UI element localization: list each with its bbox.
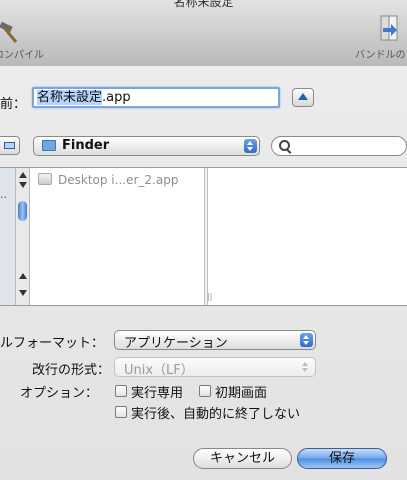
- list-item[interactable]: Desktop i...er_2.app: [38, 173, 178, 187]
- popup-arrows-icon: [244, 139, 257, 153]
- filename-selected-text: 名称未設定: [37, 90, 103, 105]
- options-label: オプション：: [20, 386, 99, 401]
- scroll-up-icon[interactable]: [19, 273, 27, 279]
- scroll-thumb[interactable]: [18, 201, 27, 221]
- filename-field[interactable]: 名称未設定.app: [32, 87, 280, 108]
- popup-arrows-icon: [299, 360, 312, 374]
- line-ending-label: 改行の形式：: [32, 363, 111, 378]
- popup-arrows-icon: [300, 333, 313, 347]
- format-options-panel: ルフォーマット： アプリケーション 改行の形式： Unix（LF） オプション：…: [0, 308, 407, 480]
- bundle-icon[interactable]: [377, 14, 399, 44]
- sidebar-scrollbar[interactable]: [15, 168, 30, 305]
- save-as-label: 前：: [0, 97, 27, 112]
- scroll-down-icon[interactable]: [19, 290, 27, 296]
- stay-open-checkbox[interactable]: [115, 406, 127, 418]
- file-format-popup[interactable]: アプリケーション: [114, 330, 316, 351]
- scroll-up-icon[interactable]: [19, 172, 27, 178]
- file-name: Desktop i...er_2.app: [58, 173, 179, 187]
- startup-screen-checkbox[interactable]: [199, 385, 211, 397]
- column-divider[interactable]: [204, 168, 208, 305]
- file-format-label: ルフォーマット：: [0, 336, 105, 351]
- toolbar-compile-label: コンパイル: [0, 50, 44, 61]
- file-format-value: アプリケーション: [124, 336, 228, 351]
- location-popup[interactable]: Finder: [33, 136, 260, 156]
- column-resize-grip[interactable]: ||: [207, 292, 212, 301]
- line-ending-value: Unix（LF）: [124, 363, 194, 378]
- line-ending-popup[interactable]: Unix（LF）: [114, 357, 316, 378]
- search-icon: [279, 140, 290, 151]
- sidebar-truncated-text: ..: [0, 188, 7, 201]
- filename-extension: .app: [102, 90, 131, 105]
- run-only-label[interactable]: 実行専用: [131, 382, 183, 401]
- run-only-checkbox[interactable]: [115, 385, 127, 397]
- toolbar-bundle-label: バンドルの: [355, 50, 406, 61]
- browser-column: [30, 168, 204, 305]
- search-field[interactable]: [271, 136, 407, 156]
- save-button[interactable]: 保存: [297, 448, 387, 469]
- folder-icon: [42, 140, 56, 151]
- column-view-icon: [4, 142, 15, 149]
- cancel-button[interactable]: キャンセル: [193, 448, 292, 469]
- window-toolbar: 名称未設定 コンパイル バンドルの: [0, 0, 407, 67]
- sidebar[interactable]: ..: [0, 168, 15, 305]
- scroll-down-icon[interactable]: [19, 182, 27, 188]
- location-label: Finder: [62, 138, 110, 153]
- column-view-button[interactable]: [0, 136, 20, 155]
- file-browser: .. Desktop i...er_2.app ||: [0, 167, 407, 306]
- hammer-icon[interactable]: [0, 18, 32, 44]
- disclosure-up-icon: [298, 93, 308, 100]
- stay-open-label[interactable]: 実行後、自動的に終了しない: [131, 403, 300, 422]
- window-title: 名称未設定: [173, 0, 234, 9]
- app-icon: [38, 173, 52, 185]
- startup-screen-label[interactable]: 初期画面: [215, 382, 267, 401]
- save-sheet: 前： 名称未設定.app Finder .. Desktop i...er_2.…: [0, 66, 407, 480]
- expand-button[interactable]: [292, 88, 314, 107]
